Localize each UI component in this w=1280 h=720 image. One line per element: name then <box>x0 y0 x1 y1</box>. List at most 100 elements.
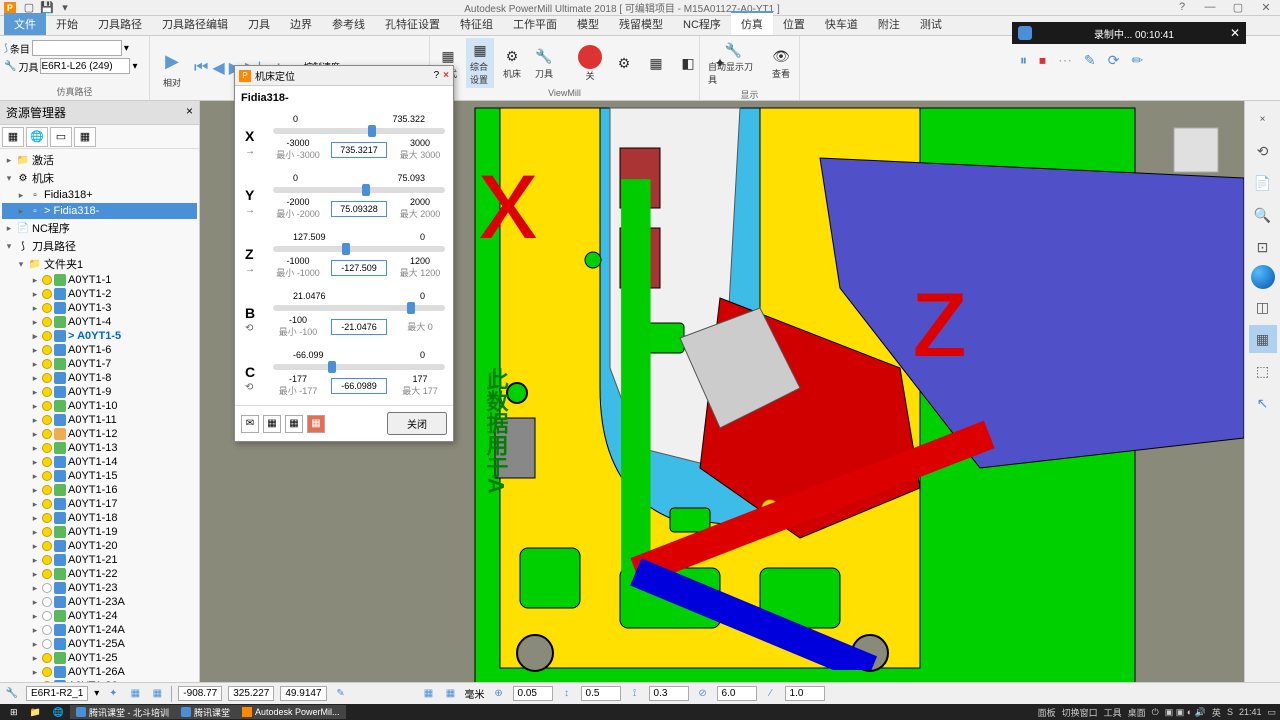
node-machine[interactable]: ▾⚙机床 <box>2 169 197 187</box>
node-folder[interactable]: ▾📁文件夹1 <box>2 255 197 273</box>
tol-5[interactable]: 1.0 <box>785 686 825 701</box>
tool-input[interactable] <box>40 58 130 74</box>
axis-slider[interactable] <box>273 128 445 134</box>
tab-stock[interactable]: 残留模型 <box>609 13 673 35</box>
start-button[interactable]: ⊞ <box>4 705 24 719</box>
close-icon[interactable]: ✕ <box>1256 1 1276 14</box>
vm-btn1[interactable]: ⚙ <box>610 51 638 75</box>
rec-tool-1[interactable]: ⋯ <box>1058 52 1072 69</box>
axis-value-input[interactable] <box>331 319 387 335</box>
status-ico-d[interactable]: ✎ <box>333 686 349 702</box>
node-fidia2[interactable]: ▸▫> Fidia318- <box>2 203 197 219</box>
toolpath-node[interactable]: ▸A0YT1-4 <box>2 315 197 329</box>
node-nc[interactable]: ▸📄NC程序 <box>2 219 197 237</box>
toolpath-node[interactable]: ▸A0YT1-6 <box>2 343 197 357</box>
toolpath-node[interactable]: ▸A0YT1-23A <box>2 595 197 609</box>
bulb-icon[interactable] <box>42 457 52 467</box>
tray-power-icon[interactable]: ⏻ <box>1152 707 1159 718</box>
bulb-icon[interactable] <box>42 541 52 551</box>
stop-button[interactable]: 关 <box>574 43 606 84</box>
axis-slider[interactable] <box>273 246 445 252</box>
tab-pattern[interactable]: 参考线 <box>322 13 375 35</box>
bulb-icon[interactable] <box>42 639 52 649</box>
bulb-icon[interactable] <box>42 499 52 509</box>
axis-slider[interactable] <box>273 364 445 370</box>
minimize-icon[interactable]: — <box>1200 1 1220 14</box>
toolpath-node[interactable]: ▸A0YT1-13 <box>2 441 197 455</box>
cube-icon[interactable]: ◫ <box>1249 293 1277 321</box>
tab-note[interactable]: 附注 <box>868 13 910 35</box>
bulb-icon[interactable] <box>42 429 52 439</box>
toolpath-node[interactable]: ▸A0YT1-25A <box>2 637 197 651</box>
status-ico-e[interactable]: ▦ <box>421 686 437 702</box>
tool-dropdown[interactable]: 🔧 刀具 ▾ <box>4 58 137 74</box>
taskbar-item-1[interactable]: 腾讯课堂 - 北斗培训 <box>70 705 175 719</box>
recording-title[interactable]: 录制中... 00:10:41 ✕ <box>1012 22 1246 44</box>
toolpath-node[interactable]: ▸A0YT1-24 <box>2 609 197 623</box>
status-ico-a[interactable]: ✦ <box>105 686 121 702</box>
bulb-icon[interactable] <box>42 401 52 411</box>
bulb-icon[interactable] <box>42 289 52 299</box>
axis-slider[interactable] <box>273 187 445 193</box>
dialog-title-bar[interactable]: P 机床定位 ? × <box>235 66 453 86</box>
bulb-icon[interactable] <box>42 359 52 369</box>
bulb-icon[interactable] <box>42 317 52 327</box>
tol-ico-5[interactable]: ∕ <box>763 686 779 702</box>
tb-icon-1[interactable]: ▦ <box>2 127 24 147</box>
tab-express[interactable]: 快车道 <box>815 13 868 35</box>
bulb-icon[interactable] <box>42 555 52 565</box>
tab-boundary[interactable]: 边界 <box>280 13 322 35</box>
toolpath-node[interactable]: ▸A0YT1-26A <box>2 665 197 679</box>
bulb-icon[interactable] <box>42 583 52 593</box>
toolpath-node[interactable]: ▸A0YT1-14 <box>2 455 197 469</box>
node-toolpaths[interactable]: ▾⟆刀具路径 <box>2 237 197 255</box>
auto-display-button[interactable]: 🔧自动显示刀具 <box>704 38 763 88</box>
bulb-icon[interactable] <box>42 415 52 425</box>
bulb-icon[interactable] <box>42 471 52 481</box>
toolpath-node[interactable]: ▸A0YT1-1 <box>2 273 197 287</box>
tray-icons[interactable]: ▣ ▣ ◐ 🔊 <box>1165 707 1206 718</box>
close-side-icon[interactable]: × <box>1249 105 1277 133</box>
tab-workplane[interactable]: 工作平面 <box>503 13 567 35</box>
dlg-icon-2[interactable]: ▦ <box>263 415 281 433</box>
bulb-icon[interactable] <box>42 611 52 621</box>
toolpath-node[interactable]: ▸A0YT1-17 <box>2 497 197 511</box>
bulb-icon[interactable] <box>42 485 52 495</box>
tb-icon-4[interactable]: ▦ <box>74 127 96 147</box>
toolpath-node[interactable]: ▸A0YT1-25 <box>2 651 197 665</box>
toolpath-node[interactable]: ▸A0YT1-7 <box>2 357 197 371</box>
bulb-icon[interactable] <box>42 569 52 579</box>
help-icon[interactable]: ? <box>1172 1 1192 14</box>
toolpath-node[interactable]: ▸A0YT1-2 <box>2 287 197 301</box>
axis-value-input[interactable] <box>331 260 387 276</box>
tab-test[interactable]: 测试 <box>910 13 952 35</box>
tab-nc[interactable]: NC程序 <box>673 13 731 35</box>
toolpath-node[interactable]: ▸A0YT1-18 <box>2 511 197 525</box>
bulb-icon[interactable] <box>42 667 52 677</box>
select-icon[interactable]: ⬚ <box>1249 357 1277 385</box>
bulb-icon[interactable] <box>42 597 52 607</box>
chevron-down-icon[interactable]: ▾ <box>124 43 129 54</box>
chevron-down-icon[interactable]: ▾ <box>94 688 99 699</box>
rec-tool-3[interactable]: ⟳ <box>1108 52 1120 69</box>
taskbar-item-3[interactable]: Autodesk PowerMil... <box>236 705 346 719</box>
bulb-icon[interactable] <box>42 345 52 355</box>
toolpath-node[interactable]: ▸A0YT1-24A <box>2 623 197 637</box>
tol-4[interactable]: 6.0 <box>717 686 757 701</box>
tab-model[interactable]: 模型 <box>567 13 609 35</box>
axis-value-input[interactable] <box>331 378 387 394</box>
bulb-icon[interactable] <box>42 387 52 397</box>
orbit-icon[interactable] <box>1251 265 1275 289</box>
rec-tool-4[interactable]: ✏ <box>1131 52 1143 69</box>
recording-close-icon[interactable]: ✕ <box>1230 26 1240 40</box>
tol-ico-3[interactable]: ⟟ <box>627 686 643 702</box>
bulb-icon[interactable] <box>42 331 52 341</box>
close-panel-icon[interactable]: × <box>186 104 193 121</box>
toolpath-node[interactable]: ▸A0YT1-23 <box>2 581 197 595</box>
tol-3[interactable]: 0.3 <box>649 686 689 701</box>
axis-value-input[interactable] <box>331 201 387 217</box>
node-active[interactable]: ▸📁激活 <box>2 151 197 169</box>
taskbar-item-2[interactable]: 腾讯课堂 <box>175 705 236 719</box>
maximize-icon[interactable]: ▢ <box>1228 1 1248 14</box>
pin-icon[interactable]: ? <box>434 70 440 81</box>
